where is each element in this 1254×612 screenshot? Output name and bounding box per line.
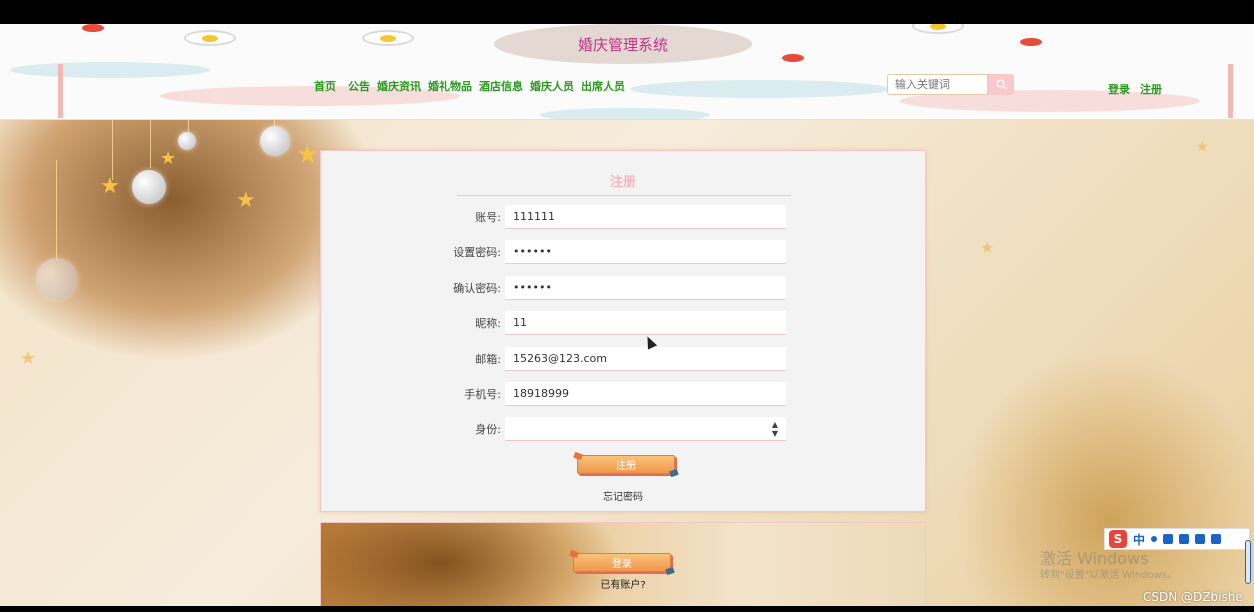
nav-item-attendees[interactable]: 出席人员 xyxy=(581,78,625,94)
confirm-password-input[interactable]: •••••• xyxy=(505,276,786,300)
ornament-string xyxy=(56,160,57,260)
nickname-input[interactable]: 11 xyxy=(505,311,786,335)
star-decor: ★ xyxy=(980,238,995,257)
site-header: 婚庆管理系统 首页 公告 婚庆资讯 婚礼物品 酒店信息 婚庆人员 出席人员 登录… xyxy=(0,24,1254,120)
ornament-string xyxy=(188,120,189,132)
register-card: 注册 账号: 111111 设置密码: •••••• 确认密码: •••••• … xyxy=(320,150,926,512)
search-button[interactable] xyxy=(988,74,1014,95)
nav-item-hotel-info[interactable]: 酒店信息 xyxy=(479,78,523,94)
csdn-credit: CSDN @DZbishe xyxy=(1143,590,1243,604)
star-decor: ★ xyxy=(236,188,256,213)
star-decor: ★ xyxy=(100,174,120,199)
email-label: 邮箱: xyxy=(475,353,501,366)
form-title: 注册 xyxy=(609,175,636,190)
site-title: 婚庆管理系统 xyxy=(494,24,752,64)
nav-item-wedding-goods[interactable]: 婚礼物品 xyxy=(428,78,472,94)
ornament-string xyxy=(112,120,113,180)
form-row-nickname: 昵称: 11 xyxy=(441,311,786,335)
title-divider xyxy=(457,195,791,196)
star-decor: ★ xyxy=(1196,139,1209,155)
punctuation-icon[interactable] xyxy=(1151,536,1158,542)
browser-top-bar xyxy=(0,0,1254,24)
login-button[interactable]: 登录 xyxy=(573,553,671,572)
role-select[interactable]: ▲ ▼ xyxy=(505,417,786,441)
star-decor: ★ xyxy=(20,348,37,369)
phone-input[interactable]: 18918999 xyxy=(505,382,786,406)
confirm-password-label: 确认密码: xyxy=(453,282,501,295)
form-row-confirm-password: 确认密码: •••••• xyxy=(441,276,786,300)
register-button[interactable]: 注册 xyxy=(577,455,675,474)
nav-item-home[interactable]: 首页 xyxy=(314,78,336,94)
strawberry-decor xyxy=(782,54,804,62)
form-row-email: 邮箱: 15263@123.com xyxy=(441,347,786,371)
decor-pole xyxy=(58,64,63,118)
decor-pole xyxy=(1228,64,1233,118)
ornament-ball xyxy=(132,170,166,204)
skin-icon[interactable] xyxy=(1195,534,1206,544)
star-decor: ★ xyxy=(296,140,320,170)
form-row-account: 账号: 111111 xyxy=(441,205,786,229)
decor-blob xyxy=(10,62,210,78)
scrollbar-thumb[interactable] xyxy=(1245,540,1251,584)
password-input[interactable]: •••••• xyxy=(505,240,786,264)
strawberry-decor xyxy=(82,24,104,32)
register-link[interactable]: 注册 xyxy=(1140,81,1162,97)
phone-label: 手机号: xyxy=(464,388,501,401)
form-row-password: 设置密码: •••••• xyxy=(441,240,786,264)
role-label: 身份: xyxy=(475,423,501,436)
password-label: 设置密码: xyxy=(453,246,501,259)
nav-item-wedding-staff[interactable]: 婚庆人员 xyxy=(530,78,574,94)
auth-links: 登录 注册 xyxy=(1108,81,1162,97)
email-input[interactable]: 15263@123.com xyxy=(505,347,786,371)
star-decor: ★ xyxy=(160,148,177,169)
search-bar xyxy=(887,74,1014,95)
ornament-ball xyxy=(260,126,290,156)
account-input[interactable]: 111111 xyxy=(505,205,786,229)
account-label: 账号: xyxy=(475,211,501,224)
have-account-link[interactable]: 已有账户? xyxy=(321,576,925,591)
keyboard-icon[interactable] xyxy=(1179,534,1190,544)
egg-decor xyxy=(912,24,964,34)
forgot-password-link[interactable]: 忘记密码 xyxy=(321,488,925,503)
login-card: 登录 已有账户? xyxy=(320,522,926,612)
form-row-phone: 手机号: 18918999 xyxy=(441,382,786,406)
bottom-bar xyxy=(0,606,1254,612)
toolbox-icon[interactable] xyxy=(1211,534,1222,544)
login-link[interactable]: 登录 xyxy=(1108,81,1130,97)
egg-decor xyxy=(184,30,236,46)
microphone-icon[interactable] xyxy=(1163,534,1174,544)
search-icon xyxy=(996,79,1007,90)
nav-item-notice[interactable]: 公告 xyxy=(348,78,370,94)
form-row-role: 身份: ▲ ▼ xyxy=(441,417,786,441)
egg-decor xyxy=(362,30,414,46)
nickname-label: 昵称: xyxy=(475,317,501,330)
nav-item-wedding-news[interactable]: 婚庆资讯 xyxy=(377,78,421,94)
ornament-string xyxy=(150,120,151,168)
windows-activation-hint: 转到"设置"以激活 Windows。 xyxy=(1040,570,1178,581)
decor-blob xyxy=(540,108,710,119)
chevron-updown-icon: ▲ ▼ xyxy=(771,419,778,438)
decor-blob xyxy=(630,80,890,98)
search-input[interactable] xyxy=(887,74,988,95)
ornament-ball xyxy=(36,258,78,300)
strawberry-decor xyxy=(1020,38,1042,46)
main-nav: 首页 公告 婚庆资讯 婚礼物品 酒店信息 婚庆人员 出席人员 xyxy=(314,78,625,94)
ornament-ball xyxy=(178,132,196,150)
